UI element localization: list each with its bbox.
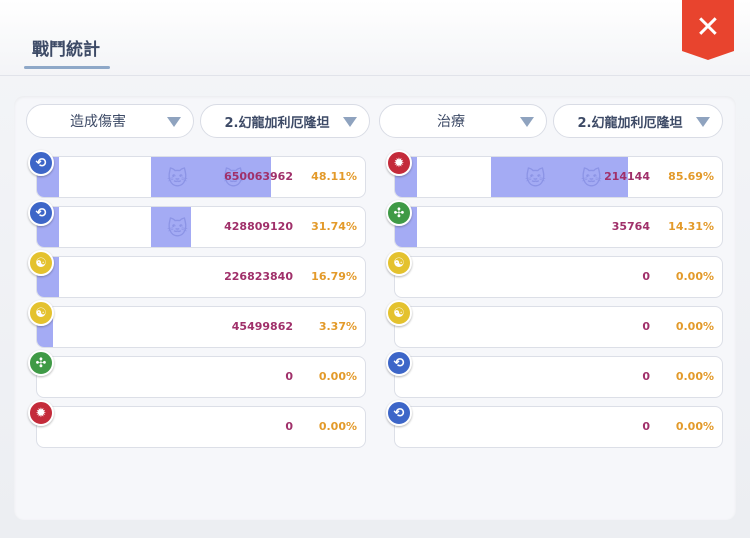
header: [0, 0, 750, 76]
left-metric-dropdown[interactable]: 造成傷害: [26, 104, 194, 138]
value-text: 428809120: [224, 220, 293, 233]
left-metric-label: 造成傷害: [70, 114, 126, 130]
percent-text: 16.79%: [311, 270, 357, 283]
list-item: 226823840 16.79%: [36, 256, 366, 298]
list-item: 45499862 3.37%: [36, 306, 366, 348]
name-redaction: [59, 407, 151, 447]
red-class-icon: ✹: [386, 150, 412, 176]
name-redaction: [59, 157, 151, 197]
percent-text: 0.00%: [675, 420, 714, 433]
cat-pattern-icon: 🐱: [167, 216, 188, 240]
value-text: 0: [642, 320, 650, 333]
close-button[interactable]: ✕: [682, 0, 734, 60]
value-text: 35764: [611, 220, 650, 233]
percent-text: 85.69%: [668, 170, 714, 183]
name-redaction: [417, 307, 491, 347]
list-item: 🐱 428809120 31.74%: [36, 206, 366, 248]
value-text: 650063962: [224, 170, 293, 183]
percent-text: 3.37%: [318, 320, 357, 333]
name-redaction: [417, 407, 491, 447]
list-item: 0 0.00%: [36, 356, 366, 398]
value-text: 0: [642, 270, 650, 283]
close-icon: ✕: [695, 9, 721, 45]
name-redaction: [417, 357, 491, 397]
name-redaction: [417, 207, 491, 247]
chevron-down-icon: [520, 117, 534, 127]
percent-text: 14.31%: [668, 220, 714, 233]
value-text: 0: [285, 420, 293, 433]
yellow-class-icon: ☯: [28, 250, 54, 276]
chevron-down-icon: [167, 117, 181, 127]
percent-text: 0.00%: [675, 320, 714, 333]
yellow-class-icon: ☯: [386, 250, 412, 276]
value-text: 214144: [604, 170, 650, 183]
name-redaction: [59, 307, 151, 347]
name-redaction: [59, 257, 151, 297]
name-redaction: [417, 157, 491, 197]
percent-text: 0.00%: [675, 370, 714, 383]
right-target-label: 2.幻龍加利厄隆坦: [577, 115, 683, 131]
green-class-icon: ✣: [386, 200, 412, 226]
value-text: 45499862: [231, 320, 293, 333]
chevron-down-icon: [343, 117, 357, 127]
list-item: 🐱 🐱 214144 85.69%: [394, 156, 723, 198]
percent-text: 0.00%: [318, 370, 357, 383]
percent-text: 0.00%: [675, 270, 714, 283]
percent-text: 0.00%: [318, 420, 357, 433]
chevron-down-icon: [696, 117, 710, 127]
list-item: 35764 14.31%: [394, 206, 723, 248]
left-target-dropdown[interactable]: 2.幻龍加利厄隆坦: [200, 104, 370, 138]
tab-underline: [24, 66, 110, 69]
list-item: 🐱 🐱 650063962 48.11%: [36, 156, 366, 198]
name-redaction: [59, 207, 151, 247]
value-text: 0: [642, 370, 650, 383]
right-target-dropdown[interactable]: 2.幻龍加利厄隆坦: [553, 104, 723, 138]
blue-class-icon: ⟲: [386, 350, 412, 376]
blue-class-icon: ⟲: [28, 150, 54, 176]
cat-pattern-icon: 🐱: [525, 166, 546, 190]
list-item: 0 0.00%: [394, 256, 723, 298]
list-item: 0 0.00%: [394, 356, 723, 398]
cat-pattern-icon: 🐱: [167, 166, 188, 190]
value-text: 0: [285, 370, 293, 383]
name-redaction: [417, 257, 491, 297]
right-metric-label: 治療: [437, 114, 465, 130]
yellow-class-icon: ☯: [386, 300, 412, 326]
percent-text: 31.74%: [311, 220, 357, 233]
value-text: 0: [642, 420, 650, 433]
blue-class-icon: ⟲: [386, 400, 412, 426]
name-redaction: [59, 357, 151, 397]
list-item: 0 0.00%: [36, 406, 366, 448]
green-class-icon: ✣: [28, 350, 54, 376]
yellow-class-icon: ☯: [28, 300, 54, 326]
value-text: 226823840: [224, 270, 293, 283]
percent-text: 48.11%: [311, 170, 357, 183]
list-item: 0 0.00%: [394, 406, 723, 448]
blue-class-icon: ⟲: [28, 200, 54, 226]
left-target-label: 2.幻龍加利厄隆坦: [224, 115, 330, 131]
cat-pattern-icon: 🐱: [581, 166, 602, 190]
red-class-icon: ✹: [28, 400, 54, 426]
tab-battle-stats[interactable]: 戰鬥統計: [24, 28, 112, 70]
right-metric-dropdown[interactable]: 治療: [379, 104, 547, 138]
list-item: 0 0.00%: [394, 306, 723, 348]
